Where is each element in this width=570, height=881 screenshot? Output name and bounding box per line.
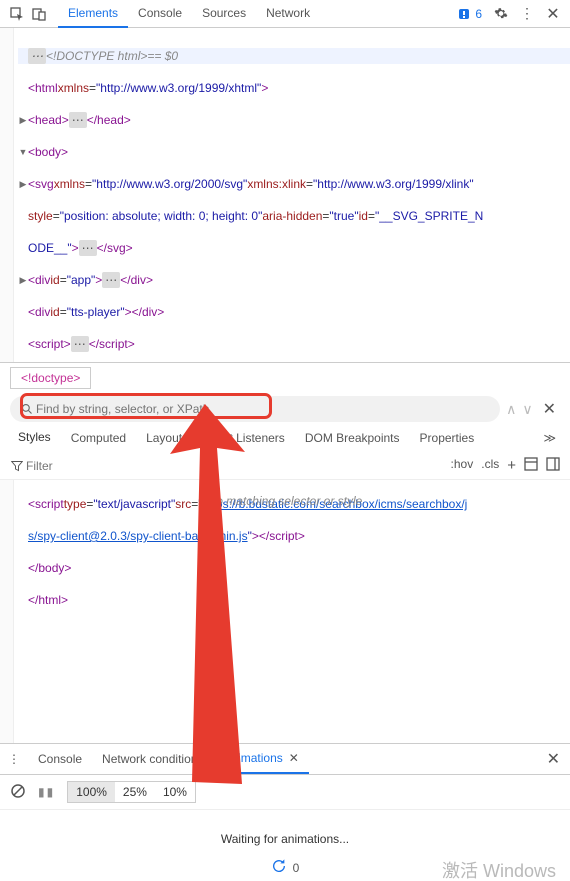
tab-console[interactable]: Console	[128, 0, 192, 28]
tab-network[interactable]: Network	[256, 0, 320, 28]
tab-sources[interactable]: Sources	[192, 0, 256, 28]
filter-funnel-icon	[10, 459, 24, 473]
drawer-tab-animations[interactable]: Animations ✕	[213, 744, 308, 774]
subtab-styles[interactable]: Styles	[8, 422, 61, 454]
pause-animations-icon[interactable]: ▮▮	[38, 785, 55, 799]
subtab-computed[interactable]: Computed	[61, 423, 136, 453]
subtab-event-listeners[interactable]: Event Listeners	[192, 423, 295, 453]
devtools-top-bar: Elements Console Sources Network 6 ⋮ ✕	[0, 0, 570, 28]
crumb-doctype[interactable]: <!doctype>	[10, 367, 91, 389]
subtabs-overflow-icon[interactable]: ≫	[537, 425, 562, 451]
clear-animations-icon[interactable]	[10, 783, 26, 802]
top-right-controls: 6 ⋮ ✕	[457, 7, 566, 21]
styles-filter-row: :hov .cls +	[0, 452, 570, 480]
replay-row[interactable]: 0	[0, 852, 570, 881]
settings-gear-icon[interactable]	[494, 7, 508, 21]
search-prev-icon[interactable]: ∧	[506, 401, 516, 418]
subtab-layout[interactable]: Layout	[136, 423, 192, 453]
inspect-element-icon[interactable]	[10, 7, 24, 21]
computed-panel-icon[interactable]	[524, 457, 538, 474]
issues-button[interactable]: 6	[457, 7, 482, 21]
search-pill[interactable]	[10, 396, 500, 422]
subtab-dom-breakpoints[interactable]: DOM Breakpoints	[295, 423, 410, 453]
animations-toolbar: ▮▮ 100% 25% 10%	[0, 775, 570, 810]
drawer-menu-icon[interactable]: ⋮	[0, 746, 28, 772]
selection-hint: == $0	[147, 48, 178, 64]
issues-count: 6	[475, 7, 482, 21]
rate-100[interactable]: 100%	[68, 782, 115, 802]
tab-elements[interactable]: Elements	[58, 0, 128, 28]
search-input[interactable]	[34, 401, 490, 417]
drawer-tabs: ⋮ Console Network conditions Animations ✕…	[0, 744, 570, 775]
styles-empty-message: No matching selector or style	[0, 478, 570, 524]
drawer-tab-console[interactable]: Console	[28, 745, 92, 773]
rate-10[interactable]: 10%	[155, 782, 195, 802]
drawer-tab-close-icon[interactable]: ✕	[289, 751, 299, 765]
animations-waiting-message: Waiting for animations...	[0, 810, 570, 852]
styles-filter-input[interactable]	[24, 458, 451, 474]
styles-toolbar-right: :hov .cls +	[451, 457, 560, 474]
issues-icon	[457, 7, 471, 21]
rate-25[interactable]: 25%	[115, 782, 155, 802]
search-icon	[20, 402, 34, 416]
sidebar-toggle-icon[interactable]	[546, 457, 560, 474]
kebab-menu-icon[interactable]: ⋮	[520, 7, 534, 21]
device-toolbar-icon[interactable]	[32, 7, 46, 21]
hov-toggle[interactable]: :hov	[451, 457, 474, 474]
subtab-properties[interactable]: Properties	[410, 423, 485, 453]
top-left-icon-group	[4, 7, 52, 21]
drawer: ⋮ Console Network conditions Animations ✕…	[0, 743, 570, 881]
drawer-tab-animations-label: Animations	[223, 751, 282, 765]
cls-toggle[interactable]: .cls	[481, 457, 499, 474]
replay-count: 0	[293, 861, 300, 875]
styles-subtabs: Styles Computed Layout Event Listeners D…	[0, 422, 570, 455]
search-close-icon[interactable]: ✕	[539, 399, 560, 419]
panel-tabs: Elements Console Sources Network	[58, 0, 320, 28]
playback-rate-group: 100% 25% 10%	[67, 781, 196, 803]
search-next-icon[interactable]: ∨	[522, 401, 532, 418]
doctype-node[interactable]: <!DOCTYPE html>	[46, 48, 147, 64]
replay-icon	[271, 858, 287, 877]
new-style-rule-icon[interactable]: +	[507, 457, 516, 474]
close-devtools-icon[interactable]: ✕	[546, 7, 560, 21]
drawer-tab-network-conditions[interactable]: Network conditions	[92, 745, 213, 773]
drawer-close-icon[interactable]: ✕	[537, 745, 570, 773]
